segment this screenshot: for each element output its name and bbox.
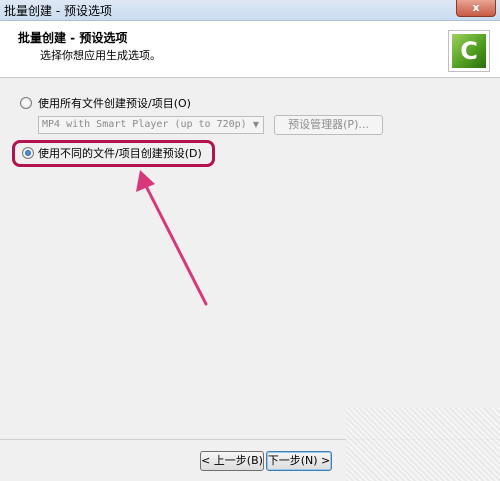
watermark	[346, 408, 500, 481]
back-button[interactable]: < 上一步(B)	[200, 451, 264, 471]
next-button[interactable]: 下一步(N) >	[266, 451, 332, 471]
